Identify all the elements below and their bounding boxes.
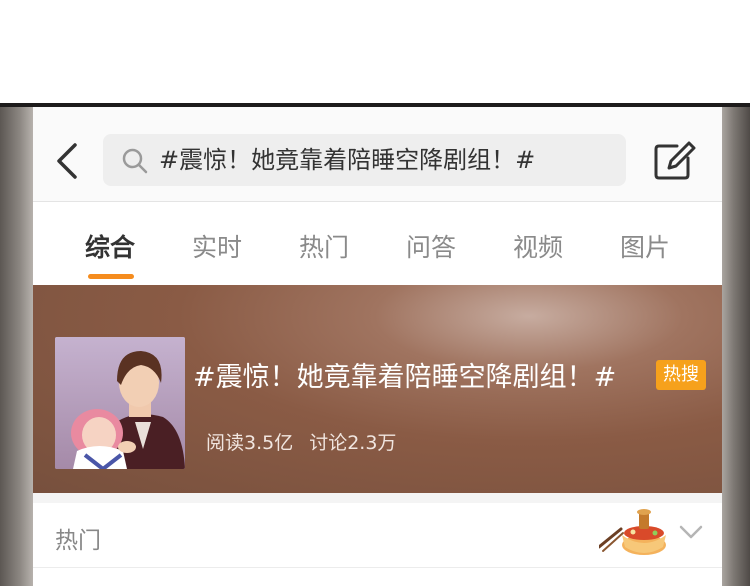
- tab-comprehensive[interactable]: 综合: [85, 228, 135, 264]
- right-background-edge: [722, 107, 750, 586]
- topic-header[interactable]: #震惊！她竟靠着陪睡空降剧组！# 热搜 阅读3.5亿 讨论2.3万: [33, 285, 722, 493]
- tab-popular[interactable]: 热门: [299, 228, 349, 264]
- top-blank-area: [0, 0, 750, 103]
- hot-search-badge: 热搜: [656, 360, 706, 390]
- chevron-left-icon[interactable]: [53, 141, 83, 181]
- hotpot-icon: [597, 507, 669, 559]
- search-icon: [121, 147, 149, 175]
- read-count: 阅读3.5亿: [206, 432, 294, 454]
- section-header-popular: 热门: [33, 503, 722, 567]
- tab-bar: 综合 实时 热门 问答 视频 图片: [33, 201, 722, 286]
- discussion-count: 讨论2.3万: [309, 432, 397, 454]
- chevron-down-icon[interactable]: [679, 523, 703, 541]
- search-input[interactable]: #震惊！她竟靠着陪睡空降剧组！#: [103, 134, 626, 186]
- tab-images[interactable]: 图片: [620, 228, 670, 264]
- phone-screen: #震惊！她竟靠着陪睡空降剧组！# 综合 实时 热门 问答 视频 图片 #震惊！她…: [33, 107, 722, 586]
- list-start-area: [33, 567, 722, 586]
- section-label: 热门: [55, 528, 101, 554]
- topic-title: #震惊！她竟靠着陪睡空降剧组！#: [193, 362, 617, 393]
- left-background-edge: [0, 107, 33, 586]
- tab-realtime[interactable]: 实时: [192, 228, 242, 264]
- edit-icon[interactable]: [653, 141, 697, 181]
- search-query-text: #震惊！她竟靠着陪睡空降剧组！#: [159, 146, 536, 174]
- active-tab-indicator: [88, 274, 134, 279]
- tab-qa[interactable]: 问答: [406, 228, 456, 264]
- search-bar: #震惊！她竟靠着陪睡空降剧组！#: [33, 107, 722, 201]
- tab-video[interactable]: 视频: [513, 228, 563, 264]
- topic-cover-image: [55, 337, 185, 469]
- topic-stats: 阅读3.5亿 讨论2.3万: [206, 428, 412, 455]
